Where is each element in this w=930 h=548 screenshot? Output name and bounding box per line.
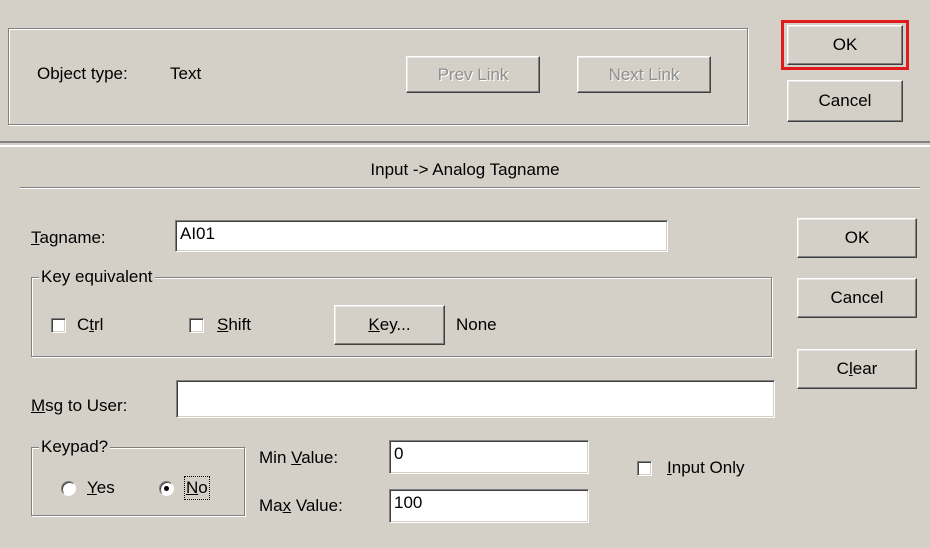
keypad-no-label: No — [184, 476, 210, 500]
min-value-input[interactable]: 0 — [389, 440, 589, 474]
tagname-input[interactable]: AI01 — [175, 220, 668, 252]
ok-button[interactable]: OK — [797, 218, 917, 258]
radio-selected-dot — [164, 486, 169, 491]
object-type-value: Text — [170, 64, 202, 83]
key-button[interactable]: Key... — [334, 305, 445, 345]
ctrl-checkbox[interactable] — [51, 318, 66, 333]
section-title: Input -> Analog Tagname — [370, 160, 560, 179]
ctrl-label: Ctrl — [77, 315, 104, 334]
tagname-label: Tagname: — [31, 228, 106, 247]
keypad-no-radio[interactable] — [159, 481, 174, 496]
clear-button[interactable]: Clear — [797, 349, 917, 389]
min-value-label: Min Value: — [259, 448, 339, 467]
shift-checkbox[interactable] — [189, 318, 204, 333]
next-link-button[interactable]: Next Link — [577, 56, 711, 93]
keypad-yes-radio[interactable] — [61, 481, 76, 496]
title-separator — [20, 187, 920, 189]
key-value-text: None — [456, 315, 497, 334]
top-cancel-button[interactable]: Cancel — [787, 80, 903, 122]
max-value-label: Max Value: — [259, 496, 343, 515]
keypad-yes-label: Yes — [87, 478, 115, 497]
shift-label: Shift — [217, 315, 252, 334]
input-only-label: Input Only — [667, 458, 745, 477]
section-divider — [0, 141, 930, 147]
msg-to-user-label: Msg to User: — [31, 396, 128, 415]
top-ok-button[interactable]: OK — [787, 25, 903, 65]
cancel-button[interactable]: Cancel — [797, 278, 917, 318]
input-only-checkbox[interactable] — [637, 461, 652, 476]
max-value-input[interactable]: 100 — [389, 489, 589, 523]
object-type-label: Object type: — [37, 64, 128, 83]
key-equivalent-legend: Key equivalent — [39, 267, 155, 287]
msg-to-user-input[interactable] — [176, 380, 775, 418]
prev-link-button[interactable]: Prev Link — [406, 56, 540, 93]
keypad-legend: Keypad? — [39, 437, 111, 457]
